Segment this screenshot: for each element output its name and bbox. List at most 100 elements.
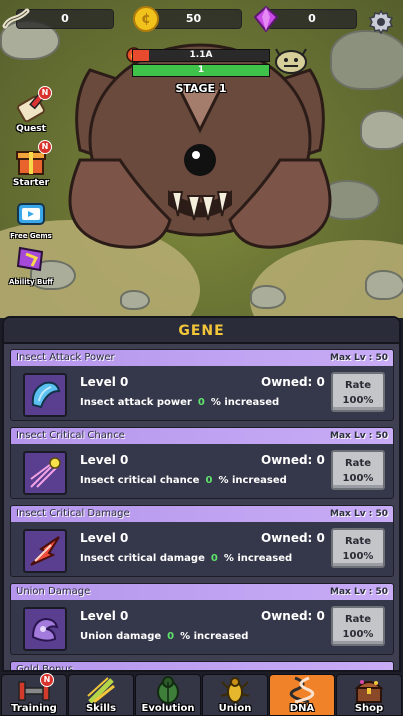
gene-level: Level 0	[80, 531, 129, 545]
rock	[250, 285, 286, 309]
tab-skills[interactable]: Skills	[68, 674, 134, 716]
rate-button[interactable]: Rate 100%	[331, 606, 385, 646]
gene-name: Insect Critical Damage	[16, 508, 130, 519]
gene-owned: Owned: 0	[261, 375, 325, 389]
tab-training[interactable]: N Training	[1, 673, 67, 716]
desc-value: 0	[205, 475, 213, 486]
desc-text: Insect critical chance	[80, 475, 200, 486]
shield-bar: 1	[132, 64, 270, 77]
resource-bar: 0 50 ¢ 0	[0, 6, 403, 35]
gem-icon	[254, 6, 278, 32]
gene-name: Insect Attack Power	[16, 352, 115, 363]
desc-suffix: % increased	[218, 475, 287, 486]
rate-button[interactable]: Rate 100%	[331, 528, 385, 568]
tv-ad-icon	[14, 198, 48, 232]
tab-evolution[interactable]: Evolution	[135, 674, 201, 716]
gold-coin-icon: ¢	[133, 6, 159, 32]
gems-counter: 0	[267, 9, 357, 29]
desc-text: Union damage	[80, 631, 162, 642]
dna-icon	[285, 676, 319, 704]
gene-card-gold-bonus: Gold Bonus	[10, 661, 394, 670]
desc-text: Insect attack power	[80, 397, 192, 408]
max-level: Max Lv : 50	[330, 587, 388, 597]
gene-level: Level 0	[80, 453, 129, 467]
critical-chance-icon	[23, 451, 67, 495]
quest-scroll-icon: N	[14, 86, 52, 124]
bottom-tab-bar: N Training Skills Evolution Union DNA Sh…	[0, 672, 403, 716]
starter-button[interactable]: N Starter	[6, 140, 56, 188]
free-gems-button[interactable]: Free Gems	[6, 198, 56, 240]
free-gems-label: Free Gems	[10, 232, 52, 240]
bone-icon	[2, 8, 30, 30]
max-level: Max Lv : 50	[330, 509, 388, 519]
ability-buff-label: Ability Buff	[9, 278, 53, 286]
gene-owned: Owned: 0	[261, 453, 325, 467]
gene-level: Level 0	[80, 609, 129, 623]
critical-damage-icon	[23, 529, 67, 573]
ability-buff-icon	[14, 244, 48, 278]
rate-value: 100%	[342, 473, 374, 484]
tab-label: Skills	[85, 703, 117, 714]
gene-owned: Owned: 0	[261, 531, 325, 545]
rate-label: Rate	[344, 536, 371, 547]
claw-icon	[23, 373, 67, 417]
gene-card-header: Insect Critical Chance Max Lv : 50	[11, 428, 393, 444]
tab-label: DNA	[289, 703, 315, 714]
desc-suffix: % increased	[210, 397, 280, 408]
max-level: Max Lv : 50	[330, 431, 388, 441]
rate-value: 100%	[342, 629, 374, 640]
gene-description: Union damage 0 % increased	[80, 631, 248, 642]
shield-text: 1	[197, 65, 205, 75]
gene-list[interactable]: Insect Attack Power Max Lv : 50 Level 0 …	[10, 349, 394, 670]
desc-suffix: % increased	[223, 553, 293, 564]
gene-level: Level 0	[80, 375, 129, 389]
rate-button[interactable]: Rate 100%	[331, 372, 385, 412]
rate-label: Rate	[344, 380, 371, 391]
starter-label: Starter	[12, 178, 50, 188]
settings-gear-icon[interactable]	[368, 9, 394, 35]
starter-gift-icon: N	[14, 140, 52, 178]
desc-value: 0	[210, 553, 218, 564]
ability-buff-button[interactable]: Ability Buff	[6, 244, 56, 286]
quest-button[interactable]: N Quest	[6, 86, 56, 134]
gene-name: Insect Critical Chance	[16, 430, 125, 441]
rate-value: 100%	[342, 395, 374, 406]
stage-label: STAGE 1	[175, 82, 227, 95]
battle-scene: 0 50 ¢ 0 1.1A 1 STAGE 1 N Quest N Starte…	[0, 0, 403, 318]
gene-card-header: Insect Critical Damage Max Lv : 50	[11, 506, 393, 522]
gene-card-header: Gold Bonus	[11, 662, 393, 670]
union-damage-icon	[23, 607, 67, 651]
tab-dna[interactable]: DNA	[269, 674, 335, 716]
new-badge: N	[38, 140, 52, 154]
tab-label: Training	[11, 703, 57, 714]
tab-shop[interactable]: Shop	[336, 674, 402, 716]
skills-icon	[84, 676, 118, 704]
rock	[120, 290, 150, 310]
gene-card-union-damage: Union Damage Max Lv : 50 Level 0 Owned: …	[10, 583, 394, 655]
rock	[360, 110, 403, 150]
gene-description: Insect critical chance 0 % increased	[80, 475, 287, 486]
desc-text: Insect critical damage	[80, 553, 205, 564]
boss-portrait-icon	[274, 47, 308, 75]
tab-union[interactable]: Union	[202, 674, 268, 716]
gene-card-insect-critical-chance: Insect Critical Chance Max Lv : 50 Level…	[10, 427, 394, 499]
tab-label: Union	[218, 703, 252, 714]
hp-bar: 1.1A	[132, 49, 270, 62]
panel-title: GENE	[4, 318, 399, 344]
rate-label: Rate	[344, 614, 371, 625]
gene-owned: Owned: 0	[261, 609, 325, 623]
quest-label: Quest	[16, 124, 46, 134]
tab-label: Evolution	[141, 703, 195, 714]
boss-health: 1.1A 1	[132, 49, 270, 79]
desc-value: 0	[197, 397, 205, 408]
gene-card-insect-attack-power: Insect Attack Power Max Lv : 50 Level 0 …	[10, 349, 394, 421]
hp-text: 1.1A	[189, 50, 213, 60]
gene-card-header: Insect Attack Power Max Lv : 50	[11, 350, 393, 366]
gene-description: Insect attack power 0 % increased	[80, 397, 279, 408]
bones-counter: 0	[16, 9, 114, 29]
evolution-icon	[151, 676, 185, 704]
rate-button[interactable]: Rate 100%	[331, 450, 385, 490]
new-badge: N	[38, 86, 52, 100]
gene-description: Insect critical damage 0 % increased	[80, 553, 292, 564]
gold-counter: 50	[145, 9, 242, 29]
